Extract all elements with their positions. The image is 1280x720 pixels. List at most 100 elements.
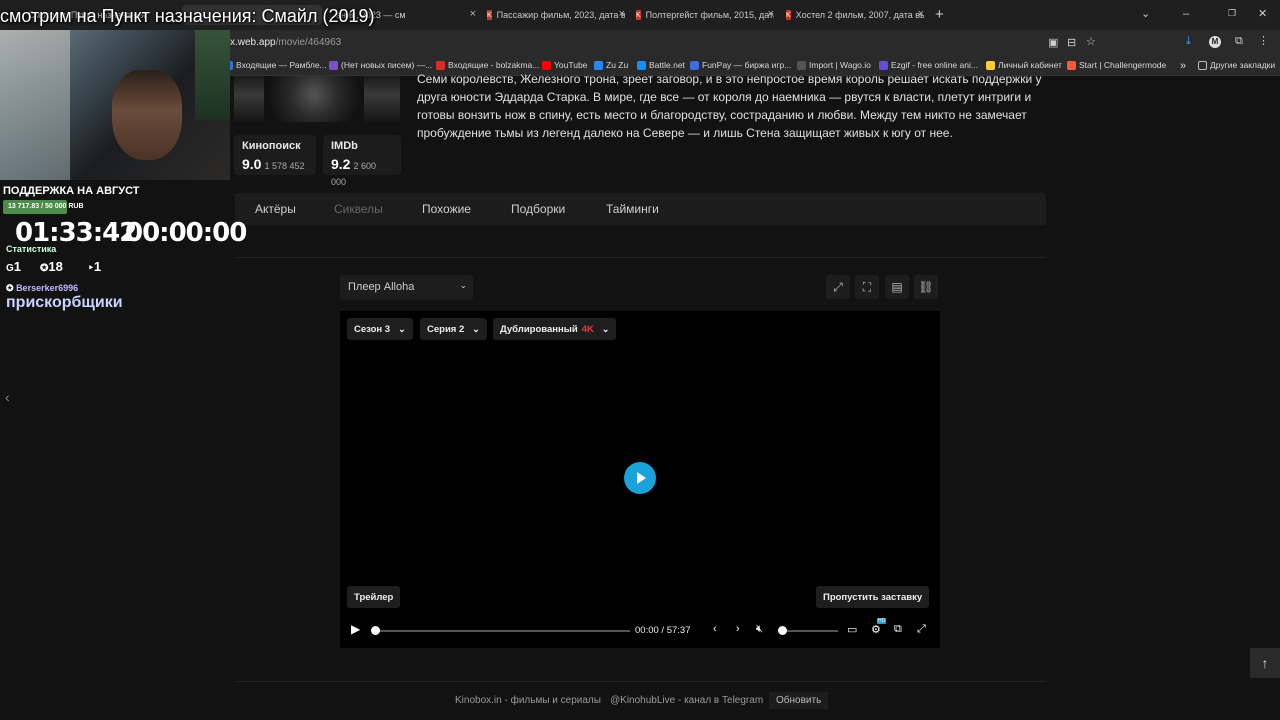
close-icon[interactable]: × bbox=[768, 8, 774, 20]
quality-badge: 4K bbox=[581, 323, 594, 335]
bookmark-item[interactable]: Import | Wago.io bbox=[797, 60, 871, 70]
stats-label: Статистика bbox=[6, 244, 57, 254]
chat-username: ✪ Berserker6996 bbox=[6, 283, 78, 294]
rating-kinopoisk: Кинопоиск 9.0 1 578 452 bbox=[234, 135, 316, 175]
bookmark-label: Start | Challengermode bbox=[1079, 60, 1167, 70]
scroll-top-button[interactable]: ↑ bbox=[1250, 648, 1280, 678]
skip-intro-button[interactable]: Пропустить заставку bbox=[816, 586, 930, 608]
divider bbox=[235, 257, 1046, 258]
profile-avatar[interactable]: M bbox=[1209, 36, 1221, 48]
bookmark-label: Входящие - bolzakma... bbox=[448, 60, 540, 70]
bookmark-item[interactable]: Battle.net bbox=[637, 60, 685, 70]
browser-tab[interactable]: K Хостел 2 фильм, 2007, дата вы × bbox=[786, 5, 924, 25]
bookmark-star-icon[interactable]: ☆ bbox=[1086, 35, 1096, 48]
minimize-icon[interactable]: – bbox=[1183, 8, 1189, 20]
bookmark-item[interactable]: Входящие — Рамбле... bbox=[224, 60, 327, 70]
volume-handle[interactable] bbox=[778, 626, 787, 635]
browser-tab[interactable]: K Полтергейст фильм, 2015, дата × bbox=[636, 5, 774, 25]
rating-value: 9.2 bbox=[331, 156, 351, 172]
bookmark-item[interactable]: (Нет новых писем) —... bbox=[329, 60, 432, 70]
close-icon[interactable]: × bbox=[918, 8, 924, 20]
next-icon[interactable]: › bbox=[736, 623, 740, 635]
previous-icon[interactable]: ‹ bbox=[713, 623, 717, 635]
vk-icon bbox=[594, 60, 603, 70]
tab-title: Хостел 2 фильм, 2007, дата вы bbox=[795, 10, 924, 20]
chevron-down-icon: ⌄ bbox=[398, 323, 406, 334]
restore-icon[interactable]: ❐ bbox=[1228, 8, 1236, 19]
play-small-icon[interactable]: ▶ bbox=[351, 622, 360, 636]
bookmark-label: Battle.net bbox=[649, 60, 685, 70]
close-icon[interactable]: × bbox=[619, 8, 625, 20]
tab-timings[interactable]: Тайминги bbox=[606, 202, 659, 216]
time-total: 57:37 bbox=[666, 625, 691, 636]
expand-icon[interactable]: ⤢ bbox=[826, 275, 850, 299]
bookmark-item[interactable]: Входящие - bolzakma... bbox=[436, 60, 539, 70]
chat-message: прискорбщики bbox=[6, 294, 123, 311]
bookmark-item[interactable]: Zu Zu bbox=[594, 60, 628, 70]
link-icon[interactable]: ⛓ bbox=[914, 275, 938, 299]
seek-handle[interactable] bbox=[371, 626, 380, 635]
window-close-icon[interactable]: ✕ bbox=[1258, 7, 1267, 20]
close-icon[interactable]: × bbox=[470, 8, 476, 20]
season-label: Сезон 3 bbox=[354, 323, 391, 335]
rating-source: Кинопоиск bbox=[242, 140, 301, 152]
player-controls: ▶ 00:00 / 57:37 ‹ › 🔇︎ ▭ ⚙ HD ⧉ ⤢ bbox=[340, 616, 940, 646]
rating-count: 1 578 452 bbox=[264, 161, 305, 171]
fullscreen-icon[interactable]: ⤢ bbox=[917, 623, 926, 636]
bookmark-label: Другие закладки bbox=[1210, 60, 1276, 70]
challengermode-icon bbox=[1067, 60, 1076, 70]
bookmark-item[interactable]: Start | Challengermode bbox=[1067, 60, 1166, 70]
chevron-left-icon[interactable]: ‹ bbox=[5, 389, 10, 405]
new-tab-button[interactable]: + bbox=[935, 6, 944, 23]
url-field[interactable]: x.web.app/movie/464963 bbox=[230, 37, 341, 48]
goal-total: / 50 000 RUB bbox=[41, 203, 84, 210]
volume-slider[interactable] bbox=[778, 626, 838, 635]
menu-icon[interactable]: ⋮ bbox=[1258, 34, 1269, 47]
browser-tab[interactable]: K Пассажир фильм, 2023, дата в × bbox=[487, 5, 625, 25]
popout-icon[interactable]: ⧉ bbox=[894, 623, 902, 636]
footer-telegram-link[interactable]: @KinohubLive - канал в Telegram bbox=[610, 695, 763, 706]
pip-icon[interactable]: ▣ bbox=[1048, 36, 1058, 49]
bookmark-item[interactable]: FunPay — биржа игр... bbox=[690, 60, 791, 70]
dub-select[interactable]: Дублированный 4K ⌄ bbox=[493, 318, 617, 340]
kinopoisk-icon: K bbox=[636, 10, 641, 20]
stream-title: смотрим на Пункт назначения: Смайл (2019… bbox=[0, 6, 375, 26]
bookmark-folder[interactable]: Другие закладки bbox=[1198, 60, 1275, 70]
goal-progress: 13 717.83 / 50 000 RUB bbox=[3, 200, 84, 214]
settings-icon[interactable]: ⚙ HD bbox=[871, 618, 887, 636]
chevron-down-icon[interactable]: ⌄ bbox=[1141, 7, 1150, 20]
install-icon[interactable]: ⊟ bbox=[1067, 36, 1076, 49]
funpay-icon bbox=[690, 60, 699, 70]
webcam-overlay bbox=[0, 30, 230, 180]
player-select[interactable]: Плеер Alloha ⌄ bbox=[340, 275, 473, 300]
tab-sequels[interactable]: Сиквелы bbox=[334, 202, 383, 216]
tab-actors[interactable]: Актёры bbox=[255, 202, 296, 216]
extensions-icon[interactable]: ⧉ bbox=[1235, 35, 1243, 48]
play-icon[interactable] bbox=[624, 462, 656, 494]
comment-icon[interactable]: ▤ bbox=[885, 275, 909, 299]
mute-icon[interactable]: 🔇︎ bbox=[756, 623, 763, 636]
download-icon[interactable]: ⤓ bbox=[1186, 35, 1191, 48]
footer-site-link[interactable]: Kinobox.in - фильмы и сериалы bbox=[455, 695, 601, 706]
bookmark-item[interactable]: Личный кабинет bbox=[986, 60, 1062, 70]
tab-similar[interactable]: Похожие bbox=[422, 202, 471, 216]
bookmark-label: Import | Wago.io bbox=[809, 60, 871, 70]
tab-collections[interactable]: Подборки bbox=[511, 202, 565, 216]
subtitles-icon[interactable]: ▭ bbox=[847, 623, 857, 636]
player-select-value: Плеер Alloha bbox=[348, 281, 415, 293]
bookmarks-overflow-icon[interactable]: » bbox=[1180, 60, 1186, 72]
stat-value: 1 bbox=[93, 259, 102, 274]
hd-badge: HD bbox=[877, 618, 887, 624]
fullscreen-frame-icon[interactable]: ⛶ bbox=[855, 275, 879, 299]
refresh-button[interactable]: Обновить bbox=[769, 692, 829, 709]
bookmark-item[interactable]: YouTube bbox=[542, 60, 587, 70]
trailer-button[interactable]: Трейлер bbox=[347, 586, 401, 608]
video-player[interactable]: Сезон 3 ⌄ Серия 2 ⌄ Дублированный 4K ⌄ Трейл… bbox=[340, 311, 940, 648]
movie-tabs: Актёры Сиквелы Похожие Подборки Тайминги bbox=[235, 193, 1046, 225]
stat-item: ‣1 bbox=[88, 259, 101, 274]
bookmark-item[interactable]: Ezgif - free online ani... bbox=[879, 60, 978, 70]
episode-select[interactable]: Серия 2 ⌄ bbox=[420, 318, 487, 340]
chevron-down-icon: ⌄ bbox=[459, 280, 467, 290]
season-select[interactable]: Сезон 3 ⌄ bbox=[347, 318, 413, 340]
seek-bar[interactable] bbox=[371, 626, 630, 635]
